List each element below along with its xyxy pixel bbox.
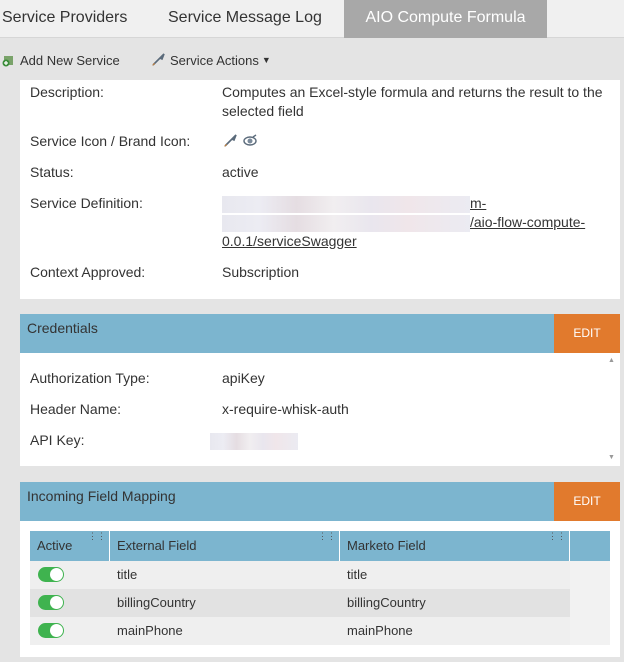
service-definition-value: m- /aio-flow-compute- 0.0.1/serviceSwagg… (222, 194, 612, 251)
service-details-panel: Description: Computes an Excel-style for… (20, 80, 620, 299)
description-value: Computes an Excel-style formula and retu… (222, 84, 603, 119)
column-header-marketo-field[interactable]: Marketo Field ⋮⋮ (340, 531, 570, 561)
tab-bar: Service Providers Service Message Log AI… (0, 0, 624, 38)
service-actions-menu[interactable]: Service Actions ▼ (150, 50, 271, 70)
add-service-icon (2, 56, 13, 67)
external-field-cell: mainPhone (117, 623, 183, 638)
column-menu-icon[interactable]: ⋮⋮ (318, 531, 336, 541)
incoming-field-mapping-panel: Active ⋮⋮ External Field ⋮⋮ Marketo Fiel… (20, 521, 620, 657)
credentials-title: Credentials (27, 320, 98, 336)
service-definition-link[interactable]: /aio-flow-compute- (470, 214, 585, 230)
column-header-external-field[interactable]: External Field ⋮⋮ (110, 531, 340, 561)
tab-service-providers[interactable]: Service Providers (0, 0, 146, 38)
status-value: active (222, 164, 259, 180)
tab-aio-compute-formula[interactable]: AIO Compute Formula (344, 0, 547, 38)
service-icons (222, 132, 612, 149)
description-label: Description: (30, 84, 104, 100)
rocket-icon (152, 53, 165, 66)
toggle-knob (50, 596, 63, 609)
service-definition-link[interactable]: 0.0.1/serviceSwagger (222, 233, 357, 249)
api-key-value (210, 431, 600, 450)
external-field-cell: title (117, 567, 138, 582)
redacted-url (222, 195, 470, 213)
service-definition-link[interactable]: m- (470, 195, 486, 211)
credentials-scrollbar[interactable]: ▲ ▼ (606, 357, 618, 461)
active-toggle[interactable] (38, 595, 64, 610)
redacted-url (222, 214, 470, 232)
service-actions-label: Service Actions (170, 52, 259, 68)
satellite-icon (243, 134, 257, 146)
credentials-panel: Authorization Type: apiKey Header Name: … (20, 353, 620, 466)
service-icon-label: Service Icon / Brand Icon: (30, 133, 191, 149)
grid-empty-area (570, 561, 610, 645)
marketo-field-cell: title (347, 567, 368, 582)
column-header-label: Active (37, 538, 73, 553)
column-menu-icon[interactable]: ⋮⋮ (88, 531, 106, 541)
service-definition-label: Service Definition: (30, 195, 143, 211)
header-name-label: Header Name: (30, 401, 122, 417)
toolbar: Add New Service Service Actions ▼ (0, 38, 624, 80)
grid-header: Active ⋮⋮ External Field ⋮⋮ Marketo Fiel… (30, 531, 610, 561)
marketo-field-cell: mainPhone (347, 623, 413, 638)
table-row: title title (30, 561, 570, 589)
add-new-service-button[interactable]: Add New Service (2, 50, 120, 70)
toggle-knob (50, 568, 63, 581)
redacted-api-key (210, 432, 298, 450)
table-row: mainPhone mainPhone (30, 617, 570, 645)
scroll-down-icon[interactable]: ▼ (608, 454, 615, 461)
api-key-label: API Key: (30, 432, 85, 448)
scroll-up-icon[interactable]: ▲ (608, 357, 615, 364)
column-header-label: External Field (117, 538, 197, 553)
table-row: billingCountry billingCountry (30, 589, 570, 617)
active-toggle[interactable] (38, 623, 64, 638)
marketo-field-cell: billingCountry (347, 595, 426, 610)
chevron-down-icon: ▼ (261, 55, 271, 65)
mapping-edit-button[interactable]: EDIT (554, 482, 620, 521)
rocket-icon (224, 134, 237, 147)
credentials-header: Credentials EDIT (20, 314, 620, 353)
context-approved-label: Context Approved: (30, 264, 146, 280)
context-approved-value: Subscription (222, 264, 300, 280)
toggle-knob (50, 624, 63, 637)
column-header-label: Marketo Field (347, 538, 426, 553)
external-field-cell: billingCountry (117, 595, 196, 610)
header-name-value: x-require-whisk-auth (222, 401, 349, 417)
authorization-type-label: Authorization Type: (30, 370, 150, 386)
incoming-field-mapping-header: Incoming Field Mapping EDIT (20, 482, 620, 521)
active-toggle[interactable] (38, 567, 64, 582)
authorization-type-value: apiKey (222, 370, 265, 386)
column-menu-icon[interactable]: ⋮⋮ (548, 531, 566, 541)
add-new-service-label: Add New Service (20, 52, 120, 68)
credentials-edit-button[interactable]: EDIT (554, 314, 620, 353)
status-label: Status: (30, 164, 74, 180)
tab-service-message-log[interactable]: Service Message Log (168, 0, 344, 38)
incoming-field-mapping-title: Incoming Field Mapping (27, 488, 176, 504)
column-header-active[interactable]: Active ⋮⋮ (30, 531, 110, 561)
